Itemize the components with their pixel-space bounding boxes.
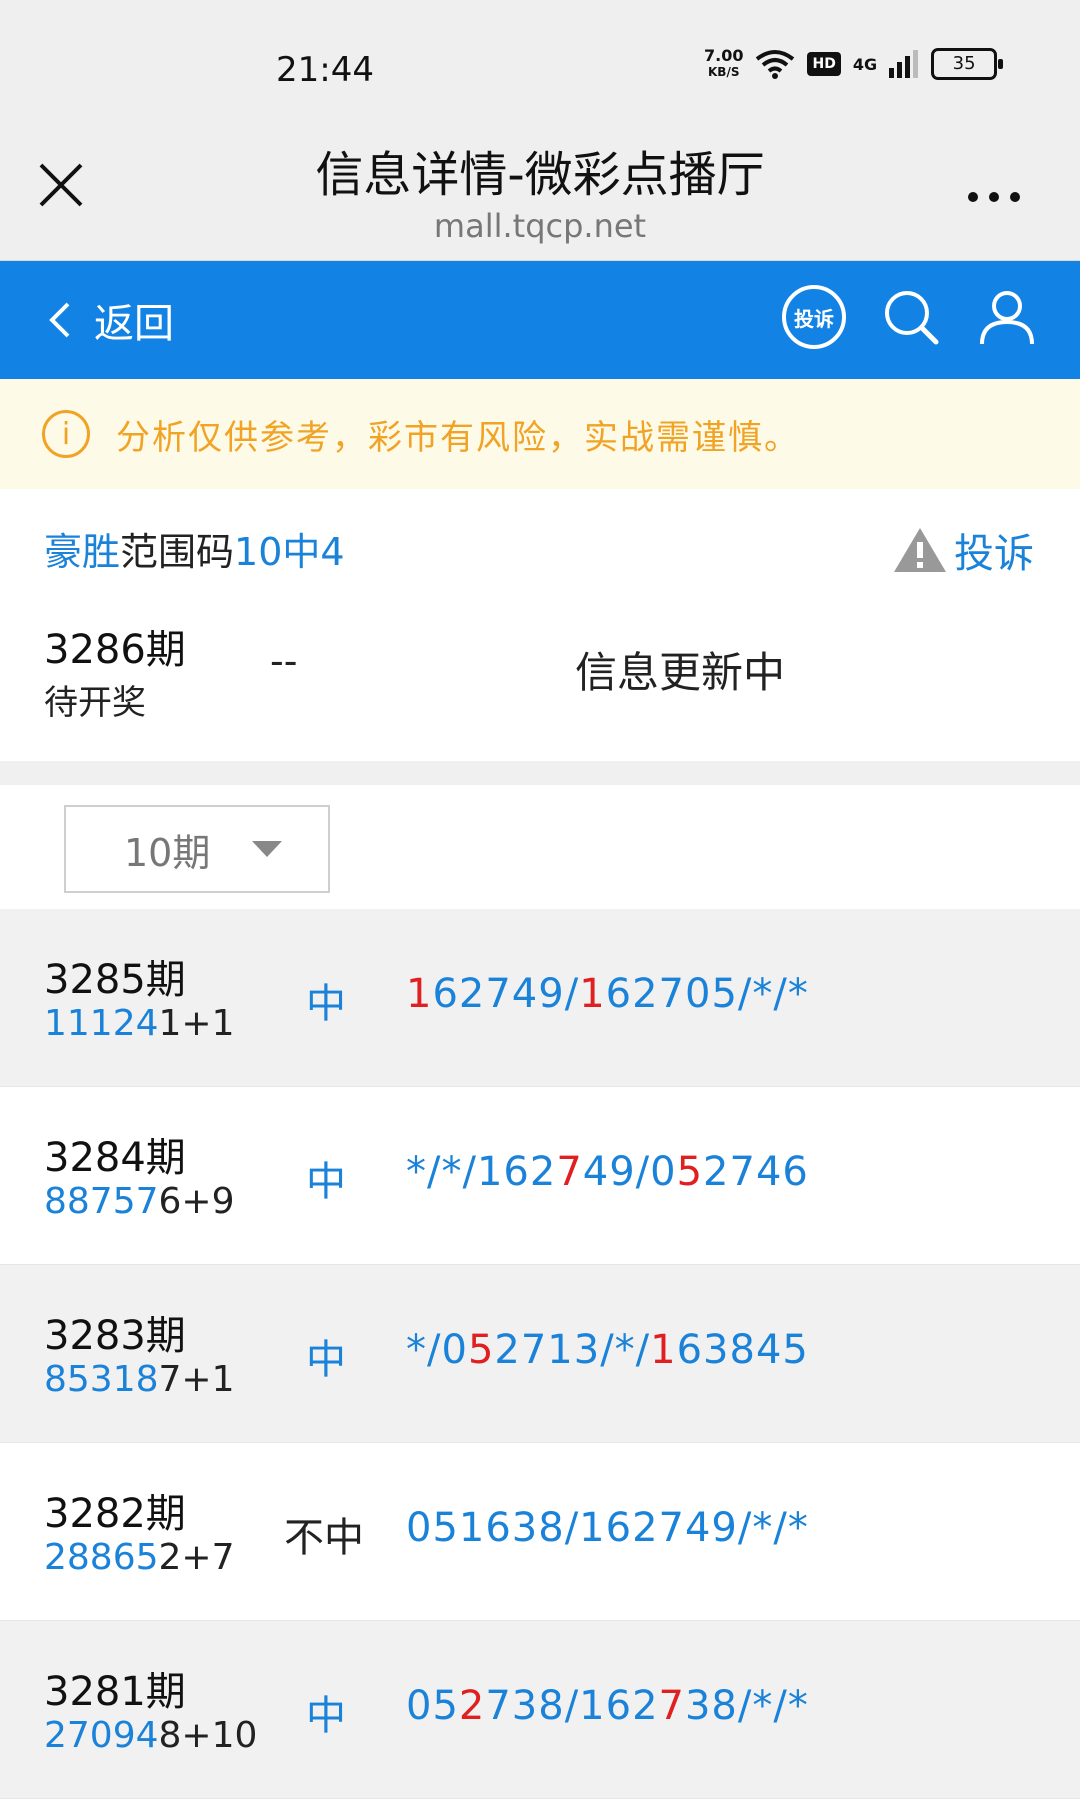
net-speed-unit: KB/S bbox=[708, 65, 740, 79]
notice-text: 分析仅供参考，彩市有风险，实战需谨慎。 bbox=[116, 417, 800, 458]
period-select[interactable]: 10期 bbox=[64, 805, 330, 893]
history-row: 3281期 270948+10 中 052738/162738/*/* bbox=[0, 1621, 1080, 1799]
code-hit-digit: 7 bbox=[658, 1683, 685, 1729]
chevron-down-icon bbox=[252, 841, 282, 857]
row-draw-number: 111241+1 bbox=[44, 1003, 235, 1044]
plan-type: 范围码 bbox=[120, 530, 235, 574]
filter-section: 10期 bbox=[0, 785, 1080, 909]
back-label: 返回 bbox=[94, 301, 174, 347]
search-icon[interactable] bbox=[880, 286, 942, 348]
plan-header: 豪胜范围码10中4 投诉 3286期 待开奖 -- 信息更新中 bbox=[0, 489, 1080, 761]
back-button[interactable]: 返回 bbox=[46, 291, 174, 349]
section-divider bbox=[0, 761, 1080, 785]
user-icon[interactable] bbox=[976, 286, 1038, 348]
code-hit-digit: 2 bbox=[458, 1683, 486, 1729]
status-bar: 21:44 7.00 KB/S HD 4G 35 bbox=[0, 0, 1080, 110]
code-hit-digit: 5 bbox=[467, 1327, 495, 1373]
current-update: 信息更新中 bbox=[575, 648, 786, 697]
code-segment: 49/0 bbox=[582, 1149, 677, 1195]
status-time: 21:44 bbox=[276, 50, 374, 90]
page-url: mall.tqcp.net bbox=[433, 207, 647, 245]
history-list: 3285期 111241+1 中 162749/162705/*/* 3284期 8875… bbox=[0, 909, 1080, 1799]
complain-link[interactable]: 投诉 bbox=[892, 521, 1034, 579]
current-result: -- bbox=[270, 639, 298, 683]
code-segment: 051638/162749/*/* bbox=[406, 1505, 809, 1551]
row-issue: 3285期 bbox=[44, 957, 186, 1003]
code-hit-digit: 1 bbox=[650, 1327, 677, 1373]
row-issue: 3281期 bbox=[44, 1669, 186, 1715]
draw-highlight: 85318 bbox=[44, 1359, 159, 1400]
row-codes: */052713/*/163845 bbox=[406, 1327, 809, 1373]
row-codes: 052738/162738/*/* bbox=[406, 1683, 809, 1729]
history-row: 3284期 887576+9 中 */*/162749/052746 bbox=[0, 1087, 1080, 1265]
plan-rate: 10中4 bbox=[234, 530, 345, 574]
draw-highlight: 11124 bbox=[44, 1003, 159, 1044]
code-hit-digit: 7 bbox=[556, 1149, 583, 1195]
row-codes: */*/162749/052746 bbox=[406, 1149, 809, 1195]
draw-rest: 7+1 bbox=[158, 1359, 235, 1400]
history-row: 3282期 288652+7 不中 051638/162749/*/* bbox=[0, 1443, 1080, 1621]
code-segment: 2746 bbox=[703, 1149, 809, 1195]
warning-icon bbox=[894, 528, 946, 572]
info-icon: i bbox=[42, 410, 90, 458]
row-issue: 3283期 bbox=[44, 1313, 186, 1359]
battery-icon: 35 bbox=[931, 48, 1004, 80]
status-icons: 7.00 KB/S HD 4G 35 bbox=[704, 48, 1004, 80]
wifi-icon bbox=[756, 50, 795, 79]
code-segment: 05 bbox=[406, 1683, 459, 1729]
net-speed: 7.00 KB/S bbox=[704, 48, 743, 80]
hd-badge: HD bbox=[807, 52, 841, 76]
signal-icon bbox=[889, 50, 919, 78]
net-speed-value: 7.00 bbox=[704, 46, 744, 65]
row-draw-number: 887576+9 bbox=[44, 1181, 235, 1222]
row-draw-number: 288652+7 bbox=[44, 1537, 235, 1578]
draw-rest: 1+1 bbox=[158, 1003, 235, 1044]
nav-bar: 返回 投诉 bbox=[0, 261, 1080, 379]
row-draw-number: 270948+10 bbox=[44, 1715, 257, 1756]
code-hit-digit: 1 bbox=[579, 971, 606, 1017]
code-segment: 2713/*/ bbox=[494, 1327, 651, 1373]
row-issue: 3282期 bbox=[44, 1491, 186, 1537]
code-segment: 63845 bbox=[676, 1327, 809, 1373]
draw-rest: 2+7 bbox=[158, 1537, 235, 1578]
period-select-value: 10期 bbox=[124, 830, 211, 875]
row-codes: 162749/162705/*/* bbox=[406, 971, 809, 1017]
row-issue: 3284期 bbox=[44, 1135, 186, 1181]
current-status: 待开奖 bbox=[44, 683, 146, 723]
complain-button[interactable]: 投诉 bbox=[782, 285, 846, 349]
more-button[interactable] bbox=[966, 164, 1022, 215]
risk-notice: i 分析仅供参考，彩市有风险，实战需谨慎。 bbox=[0, 379, 1080, 489]
code-segment: 738/162 bbox=[485, 1683, 659, 1729]
plan-author[interactable]: 豪胜 bbox=[44, 530, 120, 574]
history-row: 3283期 853187+1 中 */052713/*/163845 bbox=[0, 1265, 1080, 1443]
current-issue: 3286期 bbox=[44, 627, 186, 673]
code-segment: 62749/ bbox=[432, 971, 580, 1017]
code-segment: */*/162 bbox=[406, 1149, 557, 1195]
draw-highlight: 28865 bbox=[44, 1537, 159, 1578]
more-icon bbox=[968, 192, 1020, 202]
code-segment: 62705/*/* bbox=[605, 971, 809, 1017]
nav-icons: 投诉 bbox=[782, 285, 1038, 349]
plan-title: 豪胜范围码10中4 bbox=[44, 521, 345, 576]
code-hit-digit: 5 bbox=[676, 1149, 704, 1195]
draw-rest: 6+9 bbox=[158, 1181, 235, 1222]
code-hit-digit: 1 bbox=[406, 971, 433, 1017]
page-title: 信息详情-微彩点播厅 bbox=[315, 147, 765, 203]
draw-highlight: 88757 bbox=[44, 1181, 159, 1222]
draw-highlight: 27094 bbox=[44, 1715, 159, 1756]
chevron-left-icon bbox=[49, 302, 70, 338]
code-segment: 38/*/* bbox=[684, 1683, 809, 1729]
code-segment: */0 bbox=[406, 1327, 468, 1373]
draw-rest: 8+10 bbox=[158, 1715, 258, 1756]
row-codes: 051638/162749/*/* bbox=[406, 1505, 809, 1551]
signal-4g: 4G bbox=[852, 54, 878, 74]
history-row: 3285期 111241+1 中 162749/162705/*/* bbox=[0, 909, 1080, 1087]
complain-label: 投诉 bbox=[954, 531, 1034, 577]
title-bar: 信息详情-微彩点播厅 mall.tqcp.net bbox=[0, 110, 1080, 261]
row-draw-number: 853187+1 bbox=[44, 1359, 235, 1400]
